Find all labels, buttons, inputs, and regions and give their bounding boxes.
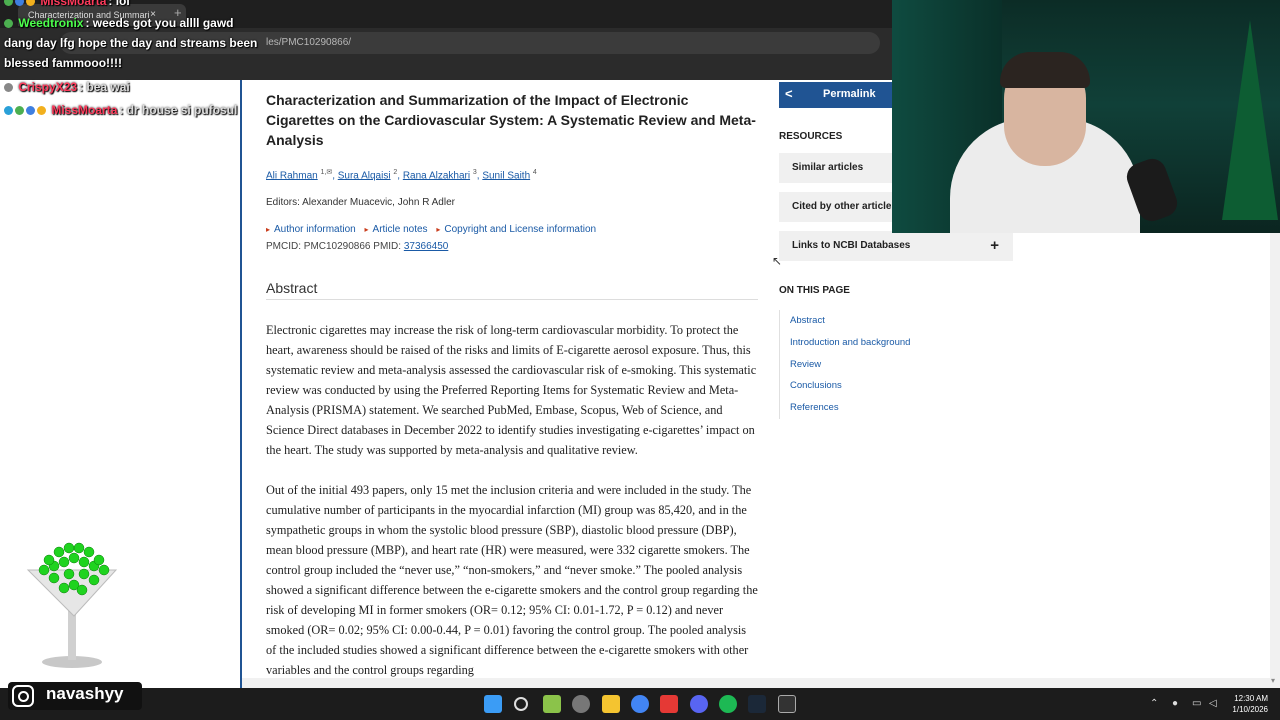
file-explorer-icon[interactable] [602,695,620,713]
author-list: Ali Rahman 1,✉, Sura Alqaisi 2, Rana Alz… [266,169,537,182]
christmas-tree [1222,20,1278,220]
plus-icon: + [990,237,999,254]
badge-icon [4,106,13,116]
permalink-label: Permalink [823,88,876,100]
toc-item-abstract[interactable]: Abstract [780,310,979,332]
author-sup: 4 [532,169,537,176]
streamer-hair [1000,52,1090,88]
app-icon[interactable] [543,695,561,713]
author-sup: 2 [393,169,398,176]
editors: Editors: Alexander Muacevic, John R Adle… [266,197,455,209]
chat-username: MissMoarta [40,0,107,8]
chat-message: MissMoarta: lol [4,0,130,8]
chrome-icon[interactable] [631,695,649,713]
triangle-icon: ▸ [436,225,441,235]
volume-icon[interactable]: ◁ [1209,698,1217,709]
badge-icon [26,0,35,7]
chat-message: blessed fammooo!!!! [4,56,123,70]
badge-icon [4,19,13,29]
permalink-button[interactable]: < Permalink [779,82,892,108]
mouse-cursor-icon: ↖ [772,254,783,268]
chat-text: : weeds got you allll gawd [85,16,234,30]
copyright-link[interactable]: ▸ Copyright and License information [436,224,596,235]
windows-start-icon[interactable] [484,695,502,713]
badge-icon [15,0,24,7]
ncbi-links-label: Links to NCBI Databases [792,240,911,251]
steam-icon[interactable] [748,695,766,713]
tray-chevron-icon[interactable]: ⌃ [1150,698,1158,709]
search-icon[interactable] [514,697,528,711]
article: Characterization and Summarization of th… [266,90,758,680]
article-notes-bar: ▸ Author information ▸ Article notes ▸ Copy… [266,224,758,235]
clock-time: 12:30 AM [1234,694,1268,703]
author-sup: 1,✉ [320,169,333,176]
author-link[interactable]: Ali Rahman [266,170,318,181]
screen: Characterization and Summari × + les/PMC… [0,0,1280,720]
article-notes-link[interactable]: ▸ Article notes [365,224,428,235]
badge-icon [4,0,13,7]
horizontal-scrollbar[interactable] [242,678,1270,688]
triangle-icon: ▸ [266,225,271,235]
microphone-tray-icon[interactable]: ● [1172,698,1178,709]
youtube-icon[interactable] [660,695,678,713]
chat-message: Weedtronix: weeds got you allll gawd [4,16,234,30]
left-border [240,80,242,688]
resources-heading: RESOURCES [779,131,843,142]
chat-message: CrispyX23: bea wai [4,80,130,94]
chat-text: : lol [108,0,130,8]
scroll-down-icon[interactable]: ▾ [1271,676,1275,685]
abstract-paragraph: Electronic cigarettes may increase the r… [266,323,757,458]
toc-item-conclusions[interactable]: Conclusions [780,375,979,397]
author-link[interactable]: Rana Alzakhari [403,170,470,181]
spotify-icon[interactable] [719,695,737,713]
badge-icon [26,106,35,116]
on-this-page-heading: ON THIS PAGE [779,285,850,296]
epic-games-icon[interactable] [778,695,796,713]
toc-item-references[interactable]: References [780,397,979,419]
toc: Abstract Introduction and background Rev… [779,310,979,419]
instagram-badge: navashyy [8,682,142,710]
chat-text: : dr house si pufosul [119,103,238,117]
pmcid-text: PMCID: PMC10290866 PMID: [266,241,404,253]
badge-icon [15,106,24,116]
article-ids: PMCID: PMC10290866 PMID: 37366450 [266,241,758,252]
abstract-paragraph: Out of the initial 493 papers, only 15 m… [266,483,758,678]
abstract-heading: Abstract [266,280,758,301]
toc-item-introduction[interactable]: Introduction and background [780,332,979,354]
author-link[interactable]: Sura Alqaisi [338,170,391,181]
chat-username: Weedtronix [18,16,84,30]
clock-date: 1/10/2026 [1232,705,1268,714]
article-title: Characterization and Summarization of th… [266,92,756,148]
badge-icon [37,106,46,116]
instagram-icon [12,685,34,707]
toc-item-review[interactable]: Review [780,354,979,376]
chat-message: MissMoarta: dr house si pufosul [4,103,237,117]
chat-username: CrispyX23 [18,80,78,94]
network-icon[interactable]: ▭ [1192,698,1201,709]
chat-username: MissMoarta [51,103,118,117]
settings-icon[interactable] [572,695,590,713]
triangle-icon: ▸ [364,225,369,235]
ncbi-links-button[interactable]: Links to NCBI Databases + [779,231,1013,261]
badge-icon [4,83,13,93]
instagram-handle: navashyy [46,684,124,703]
chat-message: dang day lfg hope the day and streams be… [4,36,258,50]
author-information-link[interactable]: ▸ Author information [266,224,356,235]
author-sup: 3 [472,169,477,176]
webcam-overlay [892,0,1280,233]
cocktail-glass-icon [26,542,118,668]
system-clock[interactable]: 12:30 AM 1/10/2026 [1222,693,1268,715]
author-link[interactable]: Sunil Saith [482,170,530,181]
pmid-link[interactable]: 37366450 [404,241,449,252]
discord-icon[interactable] [690,695,708,713]
share-icon: < [785,86,793,101]
chat-text: : bea wai [79,80,130,94]
taskbar: ⌃ ● ▭ ◁ [0,688,1280,720]
